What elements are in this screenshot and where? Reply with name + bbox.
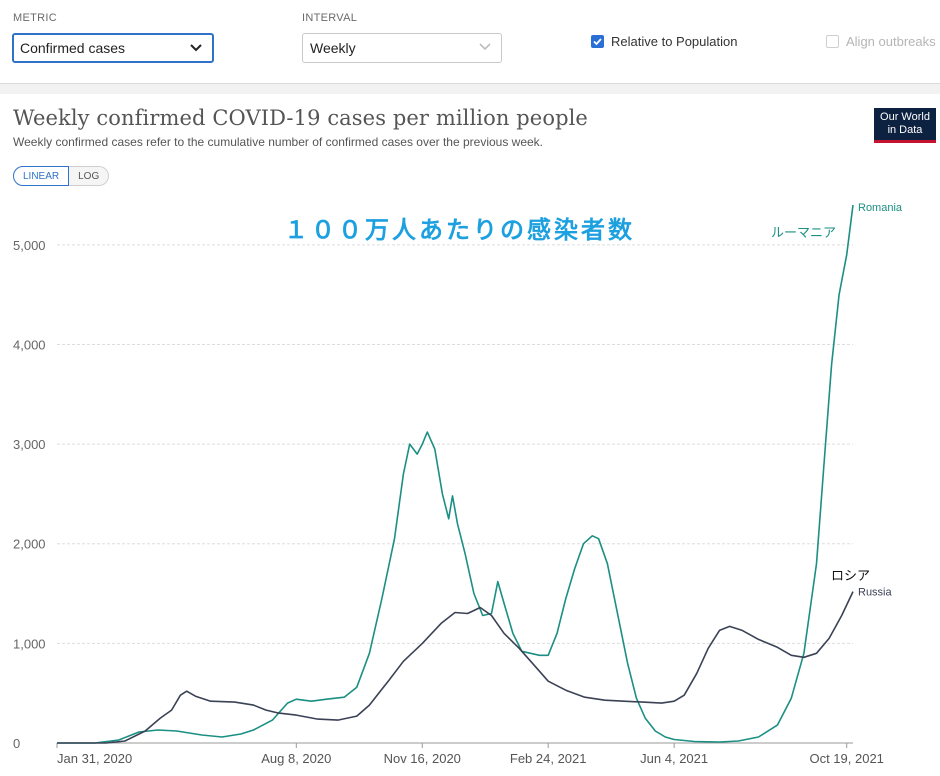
chart-grid (57, 244, 853, 644)
y-tick-label: 5,000 (13, 238, 46, 253)
series-end-labels: Romania Russia (858, 202, 903, 599)
x-tick-label: Oct 19, 2021 (809, 751, 883, 766)
y-tick-label: 0 (13, 736, 20, 751)
series-label-romania: Romania (858, 202, 903, 214)
y-axis-ticks: 0 1,000 2,000 3,000 4,000 5,000 (13, 238, 46, 751)
y-tick-label: 3,000 (13, 437, 46, 452)
y-tick-label: 4,000 (13, 337, 46, 352)
y-tick-label: 2,000 (13, 537, 46, 552)
annotation-romania: ルーマニア (771, 225, 837, 240)
line-chart: 0 1,000 2,000 3,000 4,000 5,000 Jan 31, 2020 A… (13, 202, 903, 766)
x-tick-label: Aug 8, 2020 (261, 751, 331, 766)
series-line-romania (57, 204, 854, 744)
x-axis: Jan 31, 2020 Aug 8, 2020 Nov 16, 2020 Feb 2… (56, 742, 884, 766)
x-tick-label: Nov 16, 2020 (384, 751, 461, 766)
x-tick-label: Feb 24, 2021 (510, 751, 587, 766)
annotation-main: １００万人あたりの感染者数 (284, 217, 635, 244)
series-label-russia: Russia (858, 587, 893, 599)
x-tick-label: Jan 31, 2020 (57, 751, 132, 766)
series-line-russia (57, 591, 854, 744)
y-tick-label: 1,000 (13, 636, 46, 651)
x-tick-label: Jun 4, 2021 (640, 751, 708, 766)
annotation-russia: ロシア (831, 568, 871, 583)
chart-lines (57, 204, 854, 744)
